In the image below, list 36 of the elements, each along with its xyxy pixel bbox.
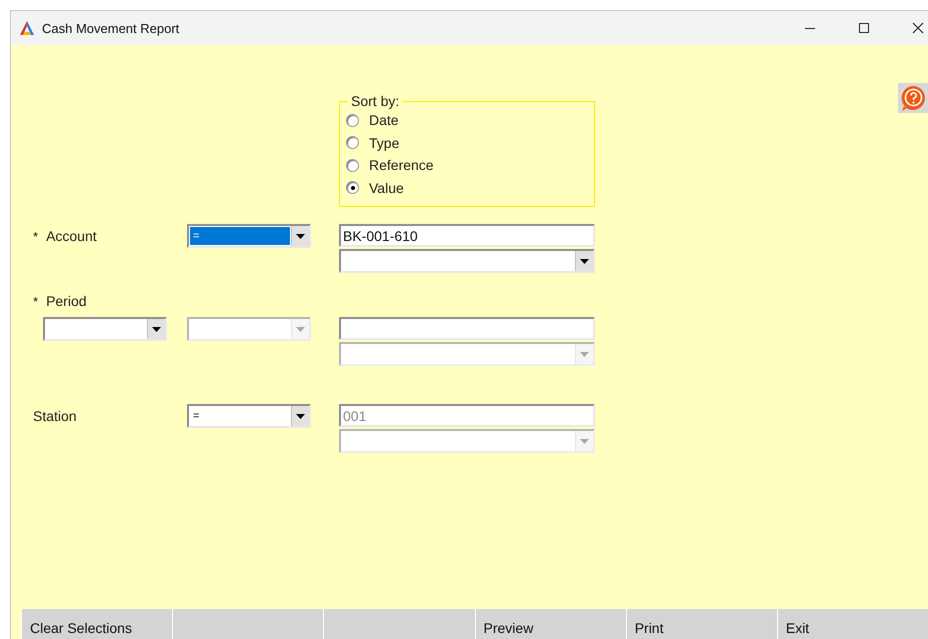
value-field[interactable] <box>339 317 595 340</box>
action-button[interactable]: Preview <box>474 609 626 639</box>
window-title: Cash Movement Report <box>42 20 180 36</box>
caret-icon <box>580 258 589 264</box>
triangle-logo-icon <box>19 20 35 36</box>
radio-label: Type <box>369 134 400 151</box>
caret-icon <box>296 234 305 238</box>
help-icon[interactable] <box>898 83 928 113</box>
field-label: Station <box>33 408 77 424</box>
action-button[interactable]: Clear Selections <box>21 609 172 639</box>
operator-dropdown[interactable]: = <box>187 224 311 248</box>
radio-label: Date <box>369 112 399 128</box>
radio-label: Reference <box>369 157 434 174</box>
caret-icon <box>152 326 161 332</box>
radio-button[interactable] <box>346 158 359 172</box>
caret-icon <box>580 352 589 356</box>
radio-button[interactable] <box>346 114 359 127</box>
radio-button[interactable] <box>346 136 359 150</box>
value-field[interactable]: BK-001-610 <box>339 224 595 247</box>
caret-icon <box>296 414 305 418</box>
value-dropdown[interactable] <box>339 249 595 273</box>
required-mark: * <box>33 228 38 244</box>
operator-dropdown[interactable]: = <box>187 404 311 428</box>
maximize-icon[interactable] <box>858 22 870 34</box>
period-dropdown[interactable] <box>43 317 167 341</box>
group-label: Sort by: <box>350 93 400 109</box>
action-button[interactable]: Print <box>626 609 777 639</box>
caret-icon <box>580 438 589 444</box>
action-button[interactable]: Exit <box>776 609 928 639</box>
field-label: Period <box>46 293 87 309</box>
close-icon[interactable] <box>912 22 924 34</box>
required-mark: * <box>33 294 38 308</box>
caret-icon <box>296 326 305 332</box>
radio-button[interactable] <box>346 181 359 194</box>
radio-label: Value <box>369 180 404 196</box>
field-label: Account <box>46 228 97 244</box>
